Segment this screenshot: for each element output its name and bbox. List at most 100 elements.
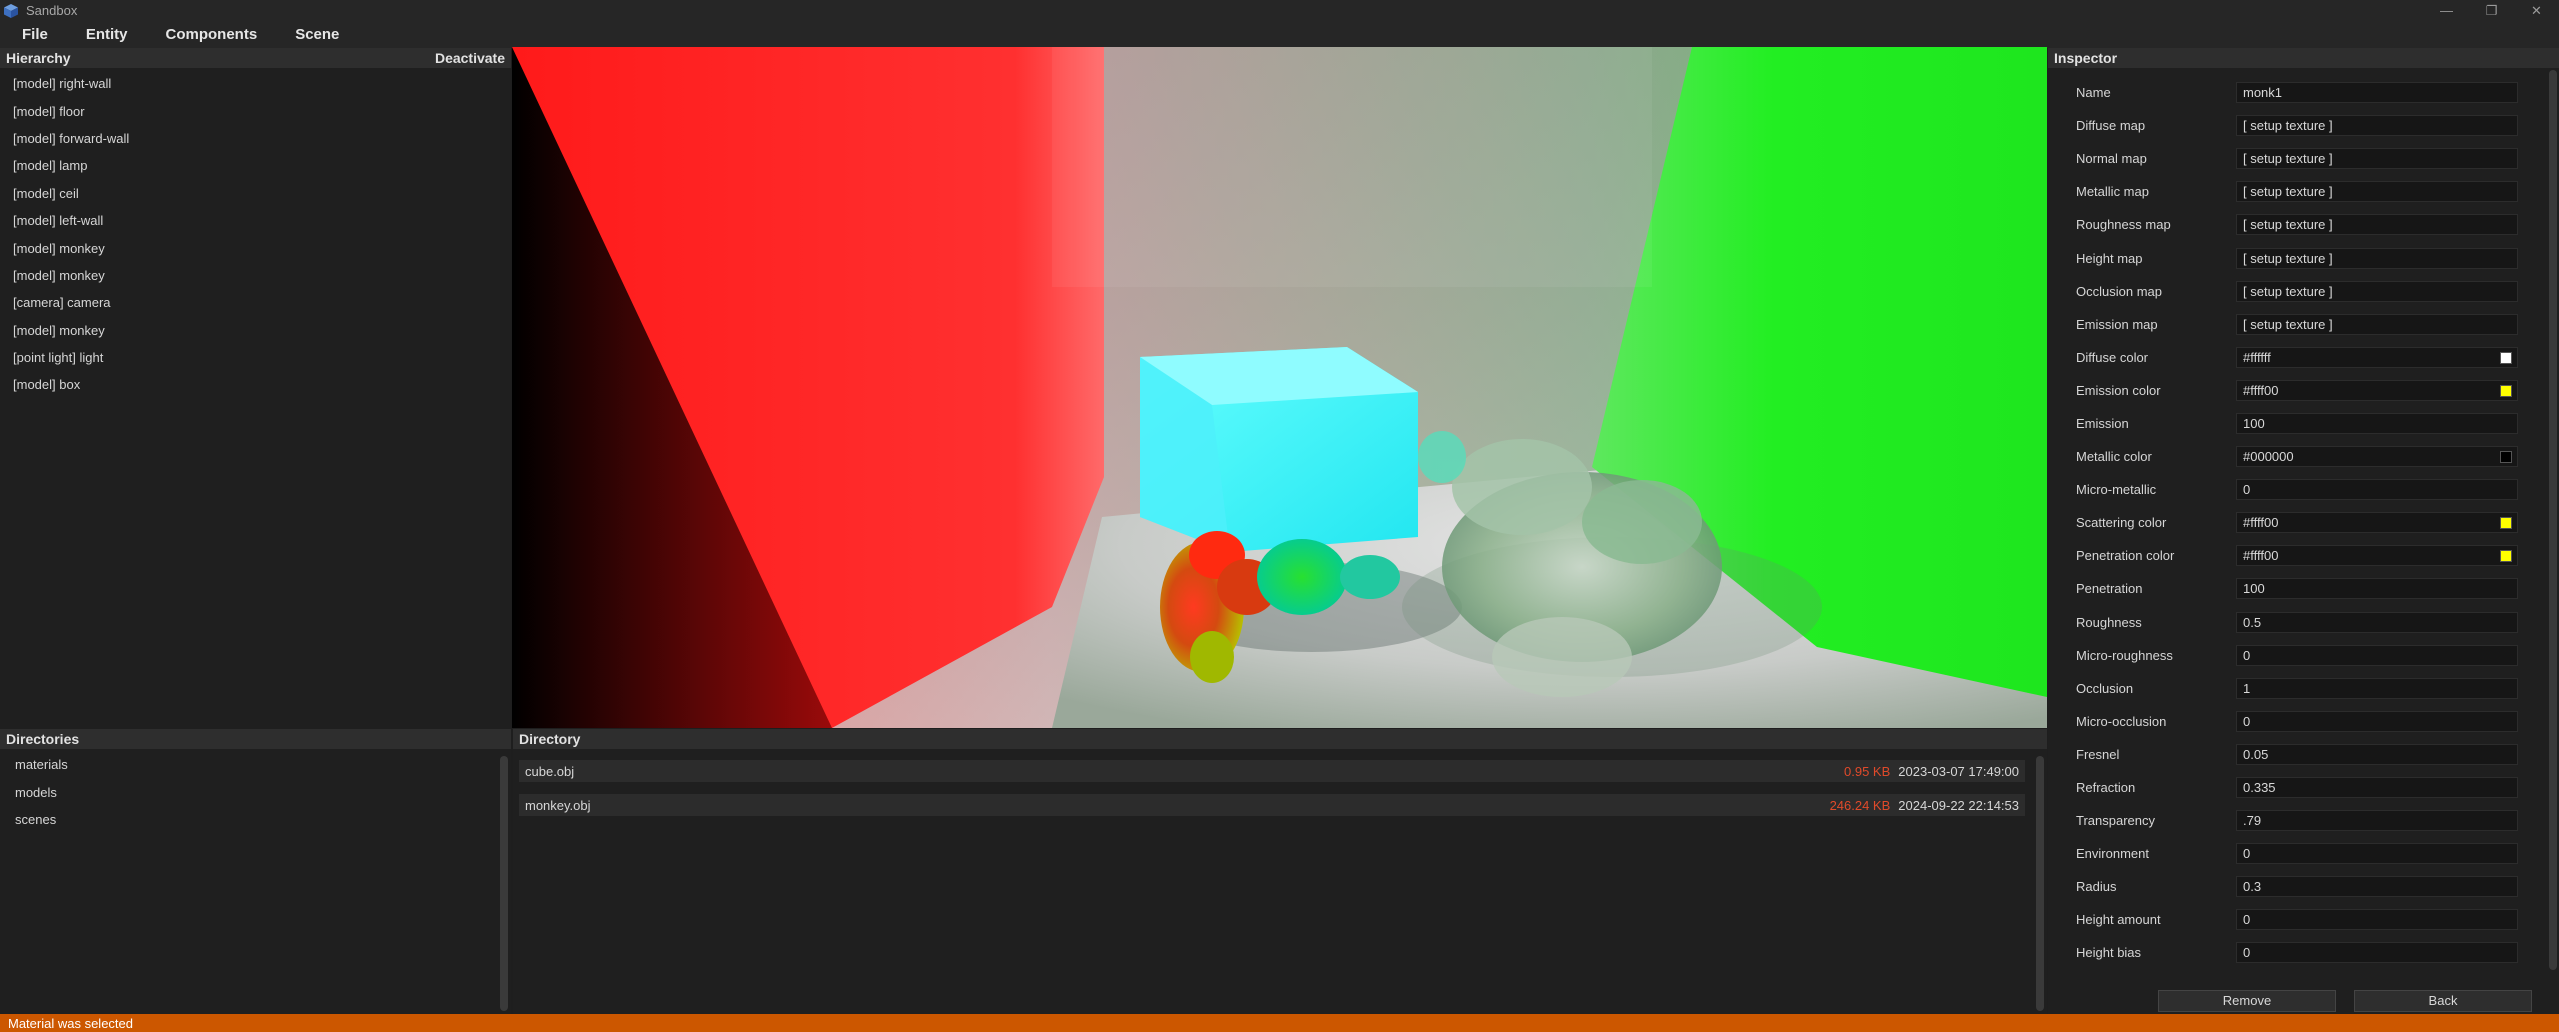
file-size: 0.95 KB xyxy=(1844,763,1891,779)
directories-panel: Directories materials models scenes xyxy=(0,729,511,1014)
restore-icon: ❐ xyxy=(2485,2,2498,18)
field-value: [ setup texture ] xyxy=(2243,217,2333,233)
inspector-row-emission: Emission 100 xyxy=(2048,407,2548,440)
field-input[interactable]: .79 xyxy=(2236,810,2518,832)
field-label: Micro-roughness xyxy=(2076,647,2173,663)
field-value: [ setup texture ] xyxy=(2243,250,2333,266)
scene-viewport[interactable] xyxy=(512,47,2047,728)
field-input[interactable]: [ setup texture ] xyxy=(2236,115,2518,137)
back-button[interactable]: Back xyxy=(2354,990,2532,1012)
deactivate-button[interactable]: Deactivate xyxy=(435,50,505,66)
file-row[interactable]: monkey.obj 246.24 KB 2024-09-22 22:14:53 xyxy=(519,794,2025,816)
directory-item-materials[interactable]: materials xyxy=(0,751,68,779)
color-swatch[interactable] xyxy=(2500,550,2512,563)
hierarchy-item[interactable]: [model] lamp xyxy=(0,152,511,179)
menu-file[interactable]: File xyxy=(22,26,48,43)
field-label: Emission color xyxy=(2076,382,2161,398)
field-input[interactable]: 0 xyxy=(2236,479,2518,501)
field-input[interactable]: 0 xyxy=(2236,942,2518,964)
restore-button[interactable]: ❐ xyxy=(2469,0,2514,21)
field-input[interactable]: [ setup texture ] xyxy=(2236,214,2518,236)
inspector-row-penetration-color: Penetration color #ffff00 xyxy=(2048,539,2548,572)
field-input[interactable]: [ setup texture ] xyxy=(2236,280,2518,302)
hierarchy-item[interactable]: [model] left-wall xyxy=(0,207,511,234)
field-input[interactable]: 0.5 xyxy=(2236,611,2518,633)
inspector-row-micro-occlusion: Micro-occlusion 0 xyxy=(2048,705,2548,738)
inspector-header: Inspector xyxy=(2048,48,2559,68)
hierarchy-item[interactable]: [model] forward-wall xyxy=(0,125,511,152)
field-input[interactable]: [ setup texture ] xyxy=(2236,313,2518,335)
field-value: #ffffff xyxy=(2243,349,2271,365)
field-input[interactable]: #ffff00 xyxy=(2236,512,2518,534)
field-input[interactable]: monk1 xyxy=(2236,82,2518,104)
inspector-row-penetration: Penetration 100 xyxy=(2048,572,2548,605)
hierarchy-item[interactable]: [model] floor xyxy=(0,97,511,124)
directory-item-models[interactable]: models xyxy=(0,779,68,807)
inspector-buttons: Remove Back xyxy=(2048,982,2559,1014)
menu-components[interactable]: Components xyxy=(166,26,258,43)
field-input[interactable]: 100 xyxy=(2236,412,2518,434)
hierarchy-list: [model] right-wall [model] floor [model]… xyxy=(0,70,511,399)
field-input[interactable]: #ffffff xyxy=(2236,346,2518,368)
field-label: Transparency xyxy=(2076,813,2155,829)
field-value: 0.3 xyxy=(2243,879,2262,895)
remove-button[interactable]: Remove xyxy=(2158,990,2336,1012)
close-button[interactable]: ✕ xyxy=(2514,0,2559,21)
field-input[interactable]: 1 xyxy=(2236,677,2518,699)
field-input[interactable]: [ setup texture ] xyxy=(2236,181,2518,203)
hierarchy-item[interactable]: [camera] camera xyxy=(0,289,511,316)
field-label: Occlusion xyxy=(2076,680,2134,696)
field-input[interactable]: 0 xyxy=(2236,710,2518,732)
status-bar: Material was selected xyxy=(0,1014,2559,1032)
directory-scrollbar[interactable] xyxy=(2036,756,2044,1011)
field-label: Penetration color xyxy=(2076,548,2175,564)
hierarchy-item[interactable]: [model] monkey xyxy=(0,317,511,344)
field-label: Environment xyxy=(2076,846,2149,862)
directories-scrollbar[interactable] xyxy=(500,756,508,1011)
menu-entity[interactable]: Entity xyxy=(86,26,128,43)
hierarchy-item[interactable]: [model] ceil xyxy=(0,180,511,207)
color-swatch[interactable] xyxy=(2500,451,2512,464)
minimize-button[interactable]: — xyxy=(2424,0,2469,21)
directory-item-scenes[interactable]: scenes xyxy=(0,806,68,834)
directories-header: Directories xyxy=(0,729,511,749)
color-swatch[interactable] xyxy=(2500,384,2512,397)
field-input[interactable]: 0.05 xyxy=(2236,743,2518,765)
field-value: 0 xyxy=(2243,945,2251,961)
field-label: Height bias xyxy=(2076,945,2142,961)
field-label: Diffuse color xyxy=(2076,349,2149,365)
file-row[interactable]: cube.obj 0.95 KB 2023-03-07 17:49:00 xyxy=(519,760,2025,782)
field-input[interactable]: 0.335 xyxy=(2236,777,2518,799)
title-bar: Sandbox — ❐ ✕ xyxy=(0,0,2559,21)
field-input[interactable]: #ffff00 xyxy=(2236,545,2518,567)
inspector-row-metallic-color: Metallic color #000000 xyxy=(2048,440,2548,473)
field-input[interactable]: 100 xyxy=(2236,578,2518,600)
field-input[interactable]: [ setup texture ] xyxy=(2236,247,2518,269)
color-swatch[interactable] xyxy=(2500,517,2512,530)
field-label: Height amount xyxy=(2076,912,2161,928)
field-input[interactable]: [ setup texture ] xyxy=(2236,148,2518,170)
field-label: Normal map xyxy=(2076,151,2147,167)
hierarchy-item[interactable]: [model] monkey xyxy=(0,262,511,289)
hierarchy-item[interactable]: [point light] light xyxy=(0,344,511,371)
hierarchy-item[interactable]: [model] monkey xyxy=(0,234,511,261)
hierarchy-title: Hierarchy xyxy=(6,50,71,66)
inspector-row-micro-metallic: Micro-metallic 0 xyxy=(2048,473,2548,506)
field-input[interactable]: 0 xyxy=(2236,843,2518,865)
hierarchy-panel: Hierarchy Deactivate [model] right-wall … xyxy=(0,48,511,730)
color-swatch[interactable] xyxy=(2500,351,2512,364)
inspector-row-roughness: Roughness 0.5 xyxy=(2048,606,2548,639)
hierarchy-item[interactable]: [model] right-wall xyxy=(0,70,511,97)
field-value: 0 xyxy=(2243,713,2251,729)
inspector-panel: Inspector Name monk1 Diffuse map [ setup te… xyxy=(2048,48,2559,1014)
field-input[interactable]: #000000 xyxy=(2236,446,2518,468)
field-input[interactable]: #ffff00 xyxy=(2236,379,2518,401)
inspector-row-height-map: Height map [ setup texture ] xyxy=(2048,241,2548,274)
field-input[interactable]: 0 xyxy=(2236,909,2518,931)
inspector-row-refraction: Refraction 0.335 xyxy=(2048,771,2548,804)
field-input[interactable]: 0 xyxy=(2236,644,2518,666)
field-input[interactable]: 0.3 xyxy=(2236,876,2518,898)
hierarchy-item[interactable]: [model] box xyxy=(0,371,511,398)
menu-scene[interactable]: Scene xyxy=(295,26,339,43)
inspector-scrollbar[interactable] xyxy=(2549,70,2557,970)
